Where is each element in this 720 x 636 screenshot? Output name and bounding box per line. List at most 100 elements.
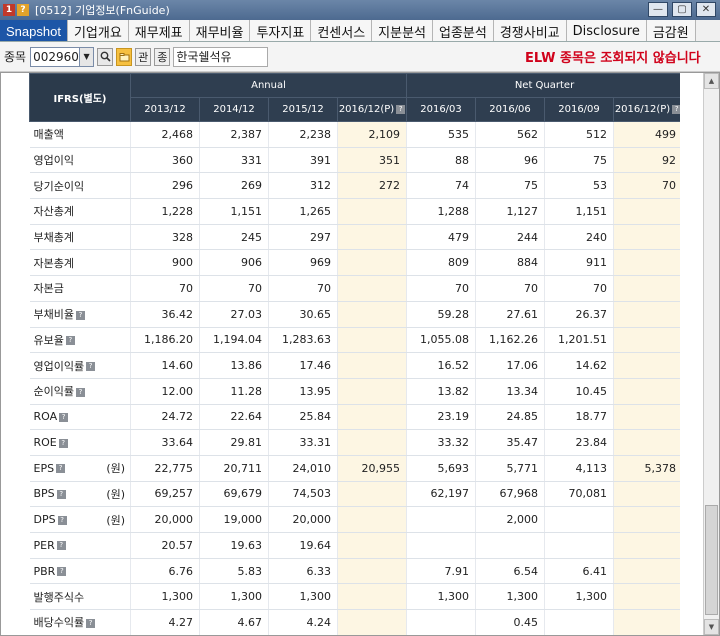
- column-header: 2015/12: [268, 97, 338, 122]
- table-row: BPS? (원) 69,257 69,679 74,503 62,197 67,968 70,…: [29, 481, 680, 508]
- tab-item-9[interactable]: Disclosure: [566, 20, 647, 41]
- table-cell: 1,127: [475, 198, 546, 225]
- info-icon[interactable]: ?: [396, 104, 406, 114]
- row-label-text: 당기순이익: [33, 179, 85, 193]
- scroll-down-icon[interactable]: ▼: [704, 619, 719, 635]
- table-cell: [613, 301, 680, 328]
- row-unit: [101, 429, 131, 456]
- info-icon[interactable]: ?: [57, 567, 67, 577]
- toolbar: 종목 002960 ▼ 관 종 한국쉘석유 ELW 종목은 조회되지 않습니다: [0, 42, 720, 72]
- tab-item-4[interactable]: 투자지표: [250, 20, 312, 41]
- table-cell: [613, 224, 680, 251]
- row-label: PER?: [29, 532, 102, 559]
- info-icon[interactable]: ?: [59, 412, 69, 422]
- app-icon[interactable]: 1: [3, 4, 15, 16]
- row-label-text: ROA: [33, 410, 58, 424]
- table-cell: 70,081: [544, 481, 615, 508]
- table-cell: 17.46: [268, 352, 338, 379]
- row-label: BPS?: [29, 481, 102, 508]
- info-icon[interactable]: ?: [56, 541, 66, 551]
- table-cell: 4.27: [130, 609, 200, 635]
- table-cell: 5,771: [475, 455, 546, 482]
- table-cell: [613, 609, 680, 635]
- table-cell: 20,711: [199, 455, 269, 482]
- table-cell: 20,955: [337, 455, 408, 482]
- related-button[interactable]: 관: [135, 47, 152, 66]
- table-cell: 20,000: [268, 506, 338, 533]
- table-cell: [406, 506, 477, 533]
- table-cell: 4.24: [268, 609, 338, 635]
- info-icon[interactable]: ?: [56, 489, 66, 499]
- table-cell: 69,257: [130, 481, 200, 508]
- table-cell: 1,300: [544, 583, 615, 611]
- tab-item-6[interactable]: 지분분석: [372, 20, 433, 41]
- table-cell: 70: [406, 275, 477, 302]
- financial-table: IFRS(별도) Annual Net Quarter 2013/12 2014/…: [29, 73, 680, 635]
- tab-item-3[interactable]: 재무비율: [189, 20, 251, 41]
- tab-item-5[interactable]: 컨센서스: [311, 20, 373, 41]
- table-cell: [544, 506, 615, 533]
- table-cell: 240: [544, 224, 615, 251]
- row-label: EPS?: [29, 455, 102, 482]
- help-icon[interactable]: ?: [17, 4, 29, 16]
- info-icon[interactable]: ?: [65, 336, 75, 346]
- info-icon[interactable]: ?: [58, 438, 68, 448]
- vertical-scrollbar[interactable]: ▲ ▼: [703, 73, 719, 635]
- table-cell: [337, 481, 408, 508]
- table-row: 배당수익률? 4.27 4.67 4.24 0.45: [29, 609, 680, 635]
- folder-icon[interactable]: [116, 47, 133, 66]
- table-cell: 312: [268, 172, 338, 200]
- column-header-label: 2016/12(P): [614, 104, 671, 115]
- row-label-text: 영업이익률: [33, 359, 85, 373]
- row-unit: [101, 532, 131, 559]
- table-cell: 884: [475, 249, 546, 277]
- table-cell: 26.37: [544, 301, 615, 328]
- table-cell: 36.42: [130, 301, 200, 328]
- scroll-thumb[interactable]: [705, 505, 718, 615]
- column-header-label: 2014/12: [213, 104, 255, 115]
- table-row: EPS? (원) 22,775 20,711 24,010 20,955 5,693 5,77…: [29, 455, 680, 482]
- extra-button[interactable]: 종: [154, 47, 171, 66]
- table-cell: 911: [544, 249, 615, 277]
- row-unit: [101, 558, 131, 585]
- row-unit: [101, 121, 131, 148]
- table-cell: 53: [544, 172, 615, 200]
- title-icons: 1 ?: [3, 4, 29, 16]
- minimize-button[interactable]: —: [648, 2, 668, 17]
- chevron-down-icon[interactable]: ▼: [80, 46, 95, 67]
- info-icon[interactable]: ?: [672, 104, 680, 114]
- tab-item-1[interactable]: 기업개요: [67, 20, 129, 41]
- table-row: 자산총계 1,228 1,151 1,265 1,288 1,127 1,151: [29, 198, 680, 225]
- info-icon[interactable]: ?: [75, 387, 85, 397]
- column-header: 2016/12(P)?: [613, 97, 680, 122]
- table-cell: 16.52: [406, 352, 477, 379]
- restore-button[interactable]: ▢: [672, 2, 692, 17]
- table-cell: [337, 532, 408, 559]
- table-cell: 70: [199, 275, 269, 302]
- stock-code-input[interactable]: 002960: [30, 46, 81, 67]
- row-label: 자본총계: [29, 249, 102, 277]
- table-cell: 1,300: [268, 583, 338, 611]
- tab-item-2[interactable]: 재무제표: [128, 20, 190, 41]
- info-icon[interactable]: ?: [86, 618, 96, 628]
- row-unit: [101, 275, 131, 302]
- tab-snapshot[interactable]: Snapshot: [0, 20, 68, 41]
- info-icon[interactable]: ?: [56, 464, 66, 474]
- table-cell: 19.64: [268, 532, 338, 559]
- close-button[interactable]: ✕: [696, 2, 716, 17]
- row-unit: [101, 404, 131, 431]
- scroll-up-icon[interactable]: ▲: [704, 73, 719, 89]
- table-cell: 535: [406, 121, 477, 148]
- row-unit: [101, 147, 131, 174]
- info-icon[interactable]: ?: [86, 362, 96, 372]
- row-unit: [101, 327, 131, 354]
- tab-item-7[interactable]: 업종분석: [433, 20, 494, 41]
- tab-item-8[interactable]: 경쟁사비교: [493, 20, 567, 41]
- table-cell: 4.67: [199, 609, 269, 635]
- info-icon[interactable]: ?: [75, 310, 85, 320]
- table-cell: 74: [406, 172, 477, 200]
- magnifier-icon[interactable]: [97, 47, 114, 66]
- table-cell: 13.34: [475, 378, 546, 405]
- info-icon[interactable]: ?: [57, 515, 67, 525]
- tab-item-10[interactable]: 금감원: [646, 20, 696, 41]
